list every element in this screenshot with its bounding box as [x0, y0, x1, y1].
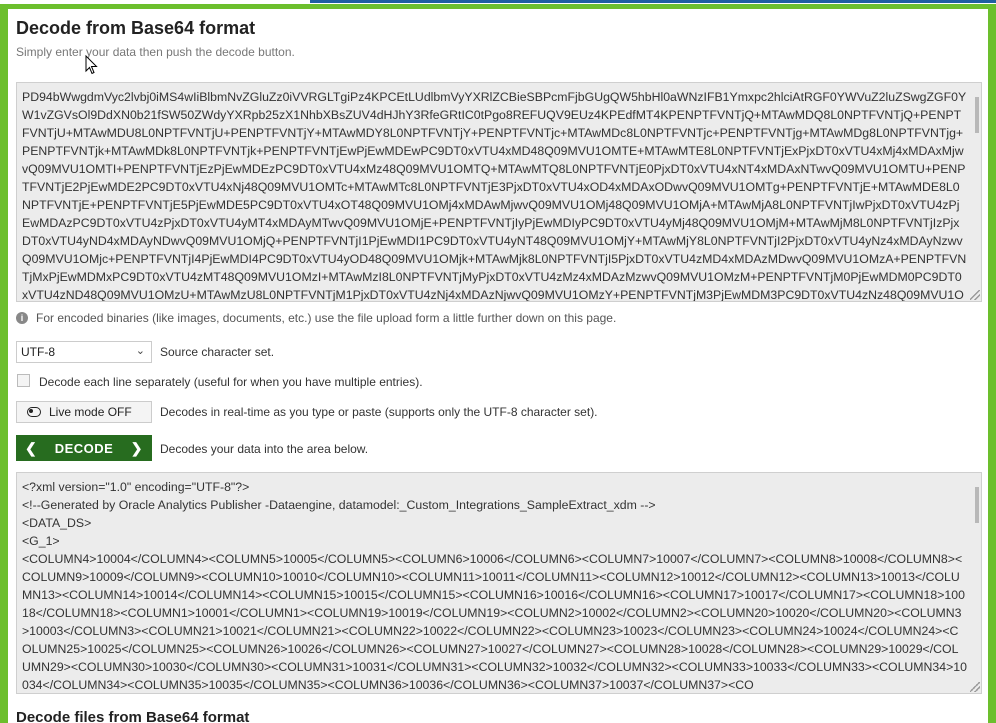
mouse-cursor-icon [85, 55, 98, 75]
decode-description: Decodes your data into the area below. [160, 442, 369, 456]
source-charset-select[interactable]: UTF-8 ⌄ [16, 341, 152, 363]
live-mode-button[interactable]: Live mode OFF [16, 401, 152, 423]
page-title: Decode from Base64 format [16, 18, 256, 38]
source-charset-label: Source character set. [160, 345, 275, 359]
decoded-output-text: <?xml version="1.0" encoding="UTF-8"?> <… [22, 480, 967, 692]
output-resize-handle[interactable] [970, 682, 980, 692]
decode-panel: Decode from Base64 format Simply enter y… [8, 9, 988, 723]
toggle-icon [27, 407, 41, 417]
top-accent-bar [310, 0, 996, 3]
input-resize-handle[interactable] [970, 290, 980, 300]
input-scrollbar[interactable] [975, 97, 979, 133]
charset-selected-value: UTF-8 [21, 345, 55, 359]
info-icon: i [16, 312, 28, 324]
chevron-right-icon: ❯ [130, 439, 143, 456]
chevron-down-icon: ⌄ [135, 345, 145, 357]
decode-button-label: DECODE [54, 440, 114, 456]
decode-each-line-label: Decode each line separately (useful for … [39, 375, 423, 389]
base64-input-text: PD94bWwgdmVyc2lvbj0iMS4wIiBlbmNvZGluZz0i… [22, 90, 967, 302]
page-subtitle: Simply enter your data then push the dec… [16, 45, 295, 59]
output-scrollbar[interactable] [975, 487, 979, 523]
decode-each-line-checkbox[interactable] [17, 374, 30, 387]
next-section-title: Decode files from Base64 format [16, 709, 250, 723]
info-note-text: For encoded binaries (like images, docum… [36, 311, 617, 325]
info-note: i For encoded binaries (like images, doc… [16, 311, 616, 325]
live-mode-description: Decodes in real-time as you type or past… [160, 405, 598, 419]
base64-input-textarea[interactable]: PD94bWwgdmVyc2lvbj0iMS4wIiBlbmNvZGluZz0i… [16, 82, 982, 302]
live-mode-label: Live mode OFF [49, 405, 132, 419]
browser-top-strip [0, 0, 996, 4]
decoded-output-textarea[interactable]: <?xml version="1.0" encoding="UTF-8"?> <… [16, 472, 982, 694]
chevron-left-icon: ❮ [25, 439, 38, 456]
decode-button[interactable]: ❮ DECODE ❯ [16, 435, 152, 461]
